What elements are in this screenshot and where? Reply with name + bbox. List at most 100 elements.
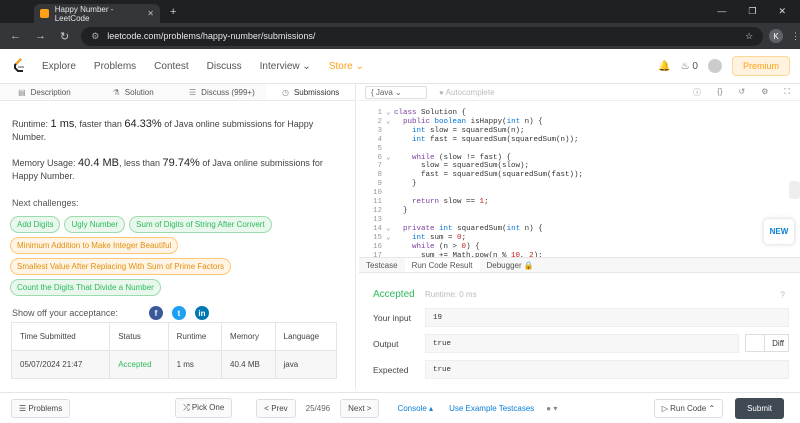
code-line[interactable]: 9 } bbox=[359, 180, 769, 189]
reset-icon[interactable]: ↺ bbox=[739, 87, 746, 98]
tab-discuss[interactable]: ☰ Discuss (999+) bbox=[178, 84, 267, 100]
code-line[interactable]: 6 ⌄ while (slow != fast) { bbox=[359, 154, 769, 163]
back-icon[interactable]: ← bbox=[10, 30, 21, 43]
nav-contest[interactable]: Contest bbox=[154, 61, 188, 72]
help-dropdown-icon[interactable]: ● ▾ bbox=[546, 404, 557, 413]
help-icon[interactable]: ? bbox=[780, 290, 785, 300]
fold-icon[interactable] bbox=[386, 216, 394, 225]
code-line[interactable]: 5 bbox=[359, 145, 769, 154]
fullscreen-icon[interactable]: ⛶ bbox=[784, 87, 790, 98]
tab-solution[interactable]: ⚗ Solution bbox=[89, 84, 178, 100]
code-text: int slow = squaredSum(n); bbox=[412, 126, 525, 135]
leetcode-logo-icon[interactable] bbox=[12, 58, 26, 74]
use-example-testcases-link[interactable]: Use Example Testcases bbox=[449, 404, 534, 413]
prev-button[interactable]: < Prev bbox=[256, 398, 296, 418]
problems-button[interactable]: ☰ Problems bbox=[11, 398, 71, 418]
tab-run-code-result[interactable]: Run Code Result bbox=[404, 258, 480, 272]
line-number: 6 bbox=[377, 153, 382, 162]
fold-icon[interactable] bbox=[386, 162, 394, 171]
fold-icon[interactable] bbox=[386, 207, 394, 216]
site-info-icon[interactable]: ⚙ bbox=[91, 31, 99, 42]
url-field[interactable]: ⚙ leetcode.com/problems/happy-number/subm… bbox=[81, 26, 764, 46]
nav-explore[interactable]: Explore bbox=[42, 61, 76, 72]
code-line[interactable]: 10 bbox=[359, 189, 769, 198]
code-line[interactable]: 2 ⌄ public boolean isHappy(int n) { bbox=[359, 118, 769, 127]
code-line[interactable]: 7 slow = squaredSum(slow); bbox=[359, 162, 769, 171]
code-line[interactable]: 15 ⌄ int sum = 0; bbox=[359, 234, 769, 243]
menu-icon[interactable]: ⋮ bbox=[791, 31, 800, 42]
code-line[interactable]: 1 ⌄ class Solution { bbox=[359, 109, 769, 118]
fold-icon[interactable] bbox=[386, 198, 394, 207]
tab-debugger[interactable]: Debugger 🔒 bbox=[480, 258, 541, 272]
reload-icon[interactable]: ↻ bbox=[60, 30, 69, 43]
fold-icon[interactable] bbox=[386, 243, 394, 252]
fire-icon[interactable]: ♨ 0 bbox=[681, 61, 698, 72]
info-icon[interactable]: ⓘ bbox=[693, 87, 701, 98]
autocomplete-toggle[interactable]: ● Autocomplete bbox=[439, 88, 495, 97]
fold-icon[interactable]: ⌄ bbox=[386, 234, 394, 243]
code-line[interactable]: 12 } bbox=[359, 207, 769, 216]
braces-icon[interactable]: {} bbox=[717, 87, 722, 98]
run-code-button[interactable]: ▷ Run Code ⌃ bbox=[653, 398, 724, 418]
profile-avatar[interactable]: K bbox=[769, 29, 783, 43]
fold-icon[interactable]: ⌄ bbox=[386, 118, 394, 127]
status-link[interactable]: Accepted bbox=[109, 350, 169, 379]
nav-interview[interactable]: Interview ⌄ bbox=[260, 61, 311, 72]
code-line[interactable]: 16 while (n > 0) { bbox=[359, 243, 769, 252]
line-number: 8 bbox=[377, 171, 382, 180]
fold-icon[interactable] bbox=[386, 127, 394, 136]
code-line[interactable]: 13 bbox=[359, 216, 769, 225]
avatar[interactable] bbox=[707, 59, 722, 73]
code-line[interactable]: 3 int slow = squaredSum(n); bbox=[359, 127, 769, 136]
close-window-icon[interactable]: ✕ bbox=[778, 6, 786, 17]
challenge-tag[interactable]: Smallest Value After Replacing With Sum … bbox=[10, 258, 232, 275]
console-button[interactable]: Console ▴ bbox=[397, 404, 433, 413]
challenge-tag[interactable]: Ugly Number bbox=[64, 216, 126, 233]
code-line[interactable]: 4 int fast = squaredSum(squaredSum(n)); bbox=[359, 136, 769, 145]
facebook-icon[interactable]: f bbox=[148, 306, 163, 320]
diff-switch[interactable] bbox=[745, 334, 765, 352]
language-select[interactable]: { Java ⌄ bbox=[365, 85, 427, 99]
pick-one-button[interactable]: ⤮ Pick One bbox=[175, 398, 233, 418]
fold-icon[interactable] bbox=[386, 145, 394, 154]
new-tab-icon[interactable]: + bbox=[170, 6, 176, 18]
forward-icon[interactable]: → bbox=[35, 30, 46, 43]
nav-discuss[interactable]: Discuss bbox=[207, 61, 242, 72]
side-scroll-handle[interactable] bbox=[789, 181, 800, 199]
bookmark-star-icon[interactable]: ☆ bbox=[745, 31, 753, 42]
fold-icon[interactable]: ⌄ bbox=[386, 154, 394, 163]
browser-tab[interactable]: Happy Number - LeetCode ✕ bbox=[34, 4, 160, 23]
bell-icon[interactable]: 🔔 bbox=[658, 61, 670, 72]
code-lines[interactable]: 1 ⌄ class Solution {2 ⌄ public boolean isHa… bbox=[359, 109, 769, 260]
fold-icon[interactable]: ⌄ bbox=[386, 225, 394, 234]
nav-problems[interactable]: Problems bbox=[94, 61, 136, 72]
nav-store[interactable]: Store ⌄ bbox=[329, 61, 364, 72]
close-tab-icon[interactable]: ✕ bbox=[147, 9, 154, 18]
code-line[interactable]: 14 ⌄ private int squaredSum(int n) { bbox=[359, 225, 769, 234]
maximize-icon[interactable]: ❐ bbox=[748, 6, 756, 17]
fold-icon[interactable] bbox=[386, 136, 394, 145]
code-line[interactable]: 8 fast = squaredSum(squaredSum(fast)); bbox=[359, 171, 769, 180]
fold-icon[interactable] bbox=[386, 189, 394, 198]
code-line[interactable]: 11 return slow == 1; bbox=[359, 198, 769, 207]
linkedin-icon[interactable]: in bbox=[194, 306, 209, 320]
minimize-icon[interactable]: — bbox=[717, 6, 726, 17]
tab-description[interactable]: ▤ Description bbox=[0, 84, 89, 100]
premium-button[interactable]: Premium bbox=[731, 56, 790, 76]
twitter-icon[interactable]: t bbox=[171, 306, 186, 320]
challenge-tag[interactable]: Sum of Digits of String After Convert bbox=[129, 216, 272, 233]
line-number: 2 bbox=[377, 117, 382, 126]
diff-toggle[interactable]: Diff bbox=[745, 334, 789, 352]
fold-icon[interactable] bbox=[386, 171, 394, 180]
next-button[interactable]: Next > bbox=[340, 398, 380, 418]
challenge-tag[interactable]: Add Digits bbox=[10, 216, 61, 233]
challenge-tag[interactable]: Count the Digits That Divide a Number bbox=[10, 279, 161, 296]
fold-icon[interactable] bbox=[386, 180, 394, 189]
new-badge-button[interactable]: NEW bbox=[764, 219, 794, 244]
settings-icon[interactable]: ⚙ bbox=[761, 87, 768, 98]
tab-testcase[interactable]: Testcase bbox=[359, 258, 405, 272]
tab-submissions[interactable]: ◷ Submissions bbox=[266, 84, 355, 100]
fold-icon[interactable]: ⌄ bbox=[386, 109, 394, 118]
submit-button[interactable]: Submit bbox=[735, 397, 784, 419]
challenge-tag[interactable]: Minimum Addition to Make Integer Beautif… bbox=[10, 237, 179, 254]
